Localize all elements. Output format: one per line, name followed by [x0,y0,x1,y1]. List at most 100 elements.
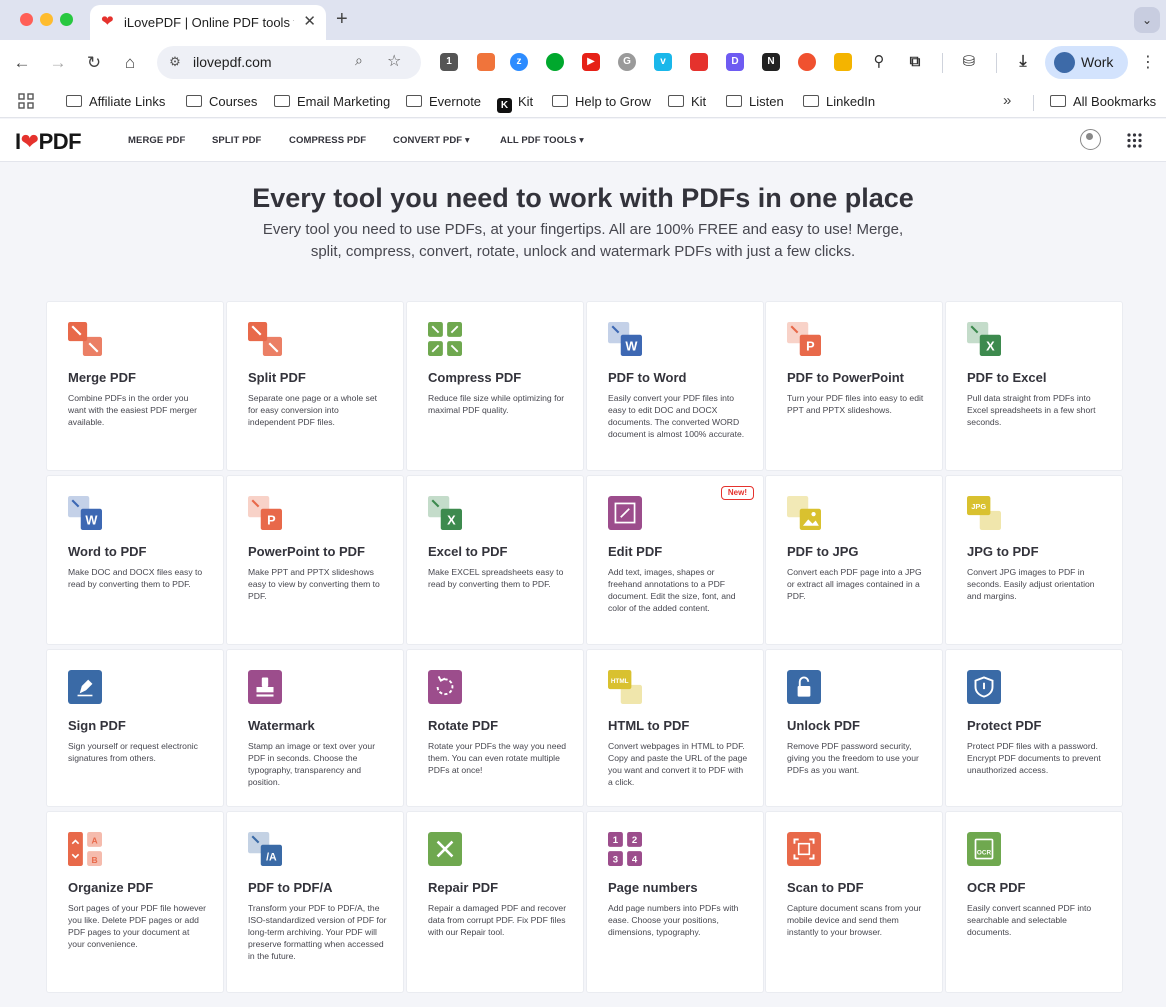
more-menu-icon[interactable]: ⋮ [1140,52,1156,72]
tool-card-unlock-pdf[interactable]: Unlock PDF Remove PDF password security, … [766,650,942,806]
split-icon [248,322,282,356]
tool-description: Separate one page or a whole set for eas… [248,393,377,427]
tool-card-protect-pdf[interactable]: Protect PDF Protect PDF files with a pass… [946,650,1122,806]
excel-icon: X [428,496,462,530]
vimeo-extension-icon[interactable]: v [654,53,672,71]
all-bookmarks[interactable]: All Bookmarks [1050,92,1156,112]
bookmark-email-marketing[interactable]: Email Marketing [274,92,390,112]
tool-card-organize-pdf[interactable]: A B Organize PDF Sort pages of your PDF fi… [47,812,223,992]
download-icon[interactable]: ⤓ [1014,53,1032,71]
reload-button[interactable]: ↻ [83,52,105,74]
tool-card-edit-pdf[interactable]: Edit PDF Add text, images, shapes or free… [587,476,763,644]
ilovepdf-logo[interactable]: I❤PDF [15,129,82,155]
tool-description: Convert webpages in HTML to PDF. Copy an… [608,741,748,787]
nav-compress-pdf[interactable]: COMPRESS PDF [289,135,366,146]
tool-description: Make PPT and PPTX slideshows easy to vie… [248,567,380,601]
tool-card-excel-to-pdf[interactable]: X Excel to PDF Make EXCEL spreadsheets ea… [407,476,583,644]
youtube-extension-icon[interactable]: ▶ [582,53,600,71]
tool-card-split-pdf[interactable]: Split PDF Separate one page or a whole se… [227,302,403,470]
toolbar-divider [942,53,943,73]
tool-card-ocr-pdf[interactable]: OCR OCR PDF Easily convert scanned PDF int… [946,812,1122,992]
extension-icon[interactable] [477,53,495,71]
chevron-right-icon[interactable]: » [1003,92,1011,109]
avatar [1054,52,1075,73]
tool-card-compress-pdf[interactable]: Compress PDF Reduce file size while optim… [407,302,583,470]
minimize-window-button[interactable] [40,13,53,26]
profile-button[interactable]: Work [1045,46,1128,79]
address-bar[interactable]: ⚙ ilovepdf.com ⌕ ☆ [157,46,421,79]
tool-description: Remove PDF password security, giving you… [787,741,919,775]
tool-description: Make EXCEL spreadsheets easy to read by … [428,567,564,589]
extension-icon[interactable] [690,53,708,71]
tool-card-sign-pdf[interactable]: Sign PDF Sign yourself or request electro… [47,650,223,806]
tool-card-merge-pdf[interactable]: Merge PDF Combine PDFs in the order you w… [47,302,223,470]
tool-card-pdf-to-word[interactable]: W PDF to Word Easily convert your PDF fil… [587,302,763,470]
pin-icon[interactable]: ⚲ [870,53,888,71]
tool-card-pdf-to-excel[interactable]: X PDF to Excel Pull data straight from PD… [946,302,1122,470]
nav-convert-pdf[interactable]: CONVERT PDF ▾ [393,135,470,146]
bookmark-affiliate-links[interactable]: Affiliate Links [66,92,165,112]
nav-split-pdf[interactable]: SPLIT PDF [212,135,261,146]
bookmark-kit[interactable]: K Kit [497,92,533,113]
tool-card-html-to-pdf[interactable]: HTML HTML to PDF Convert webpages in HTML … [587,650,763,806]
heart-icon: ❤ [101,13,114,30]
site-info-icon[interactable]: ⚙ [165,52,185,72]
bookmarks-divider [1033,95,1034,111]
tool-card-rotate-pdf[interactable]: Rotate PDF Rotate your PDFs the way you n… [407,650,583,806]
tool-card-watermark[interactable]: Watermark Stamp an image or text over you… [227,650,403,806]
star-icon[interactable]: ☆ [387,51,401,71]
url-text[interactable]: ilovepdf.com [193,54,272,70]
evernote-extension-icon[interactable] [546,53,564,71]
tool-card-pdf-to-powerpoint[interactable]: P PDF to PowerPoint Turn your PDF files i… [766,302,942,470]
back-button[interactable]: ← [11,52,33,74]
maximize-window-button[interactable] [60,13,73,26]
bookmark-evernote[interactable]: Evernote [406,92,481,112]
chevron-down-icon[interactable]: ⌄ [1134,7,1160,33]
extension-icon[interactable]: 1 [440,53,458,71]
svg-text:P: P [806,339,815,354]
close-window-button[interactable] [20,13,33,26]
extension-icon[interactable]: D [726,53,744,71]
search-icon[interactable]: ⌕ [355,52,363,69]
apps-grid-icon[interactable] [18,93,34,109]
puzzle-icon[interactable]: ⧉ [906,53,924,71]
tool-description: Make DOC and DOCX files easy to read by … [68,567,203,589]
bookmark-kit-folder[interactable]: Kit [668,92,706,112]
close-icon[interactable]: ✕ [303,12,316,30]
tool-card-word-to-pdf[interactable]: W Word to PDF Make DOC and DOCX files eas… [47,476,223,644]
tool-card-page-numbers[interactable]: 1 2 3 4 Page numbers Add page numbers into PD… [587,812,763,992]
tool-description: Repair a damaged PDF and recover data fr… [428,903,567,937]
spy-icon[interactable]: ⛁ [960,53,978,71]
forward-button[interactable]: → [47,52,69,74]
powerpoint-icon: P [787,322,821,356]
apps-grid-icon[interactable] [1127,133,1142,148]
new-tab-button[interactable]: + [336,8,348,31]
drive-extension-icon[interactable] [834,53,852,71]
unlock-icon [787,670,821,704]
tool-description: Convert JPG images to PDF in seconds. Ea… [967,567,1095,601]
bookmark-linkedin[interactable]: LinkedIn [803,92,875,112]
tool-card-scan-to-pdf[interactable]: Scan to PDF Capture document scans from y… [766,812,942,992]
tool-title: Sign PDF [68,718,126,733]
extension-icon[interactable] [798,53,816,71]
bookmark-listen[interactable]: Listen [726,92,784,112]
folder-icon [1050,95,1066,107]
zoom-extension-icon[interactable]: z [510,53,528,71]
tool-description: Protect PDF files with a password. Encry… [967,741,1101,775]
tool-card-powerpoint-to-pdf[interactable]: P PowerPoint to PDF Make PPT and PPTX sli… [227,476,403,644]
nav-all-pdf-tools[interactable]: ALL PDF TOOLS ▾ [500,135,584,146]
grammarly-extension-icon[interactable]: G [618,53,636,71]
excel-icon: X [967,322,1001,356]
user-icon[interactable] [1080,129,1101,150]
bookmark-courses[interactable]: Courses [186,92,257,112]
tool-card-pdf-to-jpg[interactable]: PDF to JPG Convert each PDF page into a J… [766,476,942,644]
tool-card-repair-pdf[interactable]: Repair PDF Repair a damaged PDF and recov… [407,812,583,992]
browser-tab[interactable]: ❤ iLovePDF | Online PDF tools for PDF lo… [90,5,326,40]
bookmark-help-to-grow[interactable]: Help to Grow [552,92,651,112]
html-icon: HTML [608,670,642,704]
nav-merge-pdf[interactable]: MERGE PDF [128,135,185,146]
tool-card-pdf-to-pdf-a[interactable]: /A PDF to PDF/A Transform your PDF to PDF… [227,812,403,992]
notion-extension-icon[interactable]: N [762,53,780,71]
home-button[interactable]: ⌂ [119,52,141,74]
tool-card-jpg-to-pdf[interactable]: JPG JPG to PDF Convert JPG images to PDF i… [946,476,1122,644]
